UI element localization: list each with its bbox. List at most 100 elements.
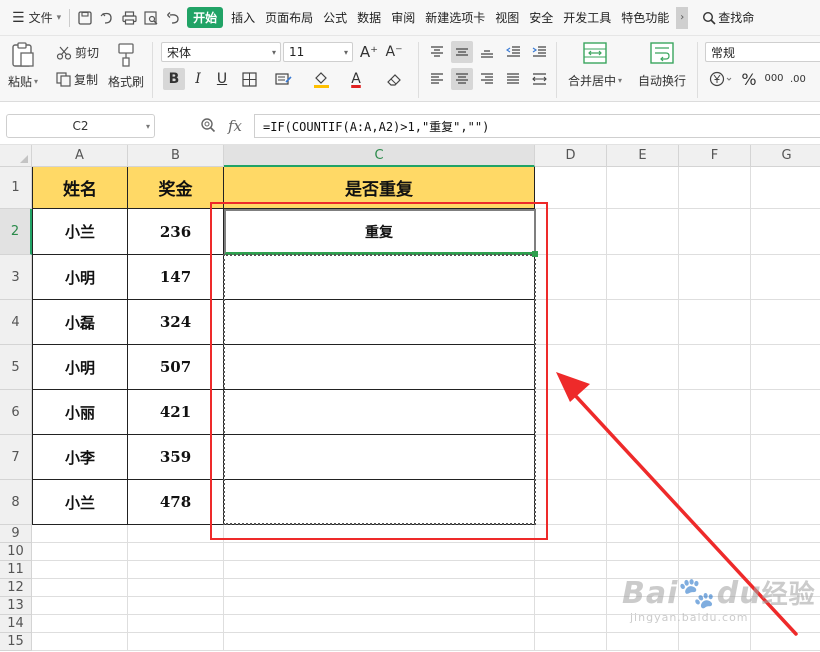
empty-cell[interactable]: [607, 615, 679, 633]
empty-cell[interactable]: [679, 209, 751, 255]
empty-cell[interactable]: [224, 597, 535, 615]
empty-cell[interactable]: [607, 561, 679, 579]
empty-cell[interactable]: [607, 209, 679, 255]
empty-cell[interactable]: [535, 615, 607, 633]
row-header[interactable]: 4: [0, 300, 32, 345]
cell-a5[interactable]: 小明: [32, 345, 128, 390]
tab-new-tab[interactable]: 新建选项卡: [420, 9, 490, 26]
more-tabs-chevron-icon[interactable]: ›: [676, 6, 689, 29]
undo-history-icon[interactable]: [98, 9, 116, 27]
cell-b2[interactable]: 236: [128, 209, 224, 255]
empty-cell[interactable]: [751, 633, 820, 651]
fill-color-button[interactable]: [310, 68, 332, 90]
empty-cell[interactable]: [32, 561, 128, 579]
cell-a7[interactable]: 小李: [32, 435, 128, 480]
insert-function-button[interactable]: fx: [228, 117, 242, 135]
row-header[interactable]: 10: [0, 543, 32, 561]
row-header[interactable]: 14: [0, 615, 32, 633]
empty-cell[interactable]: [607, 255, 679, 300]
tab-start[interactable]: 开始: [187, 7, 224, 28]
cell-a3[interactable]: 小明: [32, 255, 128, 300]
increase-decimal-button[interactable]: .00: [790, 68, 820, 90]
thousands-separator-button[interactable]: 000: [763, 68, 785, 90]
print-preview-icon[interactable]: [142, 9, 160, 27]
empty-cell[interactable]: [751, 615, 820, 633]
empty-cell[interactable]: [751, 435, 820, 480]
empty-cell[interactable]: [128, 597, 224, 615]
empty-cell[interactable]: [32, 633, 128, 651]
name-box[interactable]: C2 ▾: [6, 114, 155, 138]
currency-format-button[interactable]: [706, 68, 736, 90]
cell-b6[interactable]: 421: [128, 390, 224, 435]
print-icon[interactable]: [120, 9, 138, 27]
distributed-align-button[interactable]: [528, 68, 550, 90]
cell-c3[interactable]: [224, 255, 535, 300]
cell-b1[interactable]: 奖金: [128, 167, 224, 209]
empty-cell[interactable]: [32, 525, 128, 543]
empty-cell[interactable]: [679, 435, 751, 480]
empty-cell[interactable]: [751, 597, 820, 615]
empty-cell[interactable]: [751, 561, 820, 579]
empty-cell[interactable]: [679, 255, 751, 300]
empty-cell[interactable]: [607, 579, 679, 597]
empty-cell[interactable]: [751, 579, 820, 597]
empty-cell[interactable]: [32, 543, 128, 561]
empty-cell[interactable]: [535, 255, 607, 300]
tab-data[interactable]: 数据: [352, 9, 386, 26]
cell-a1[interactable]: 姓名: [32, 167, 128, 209]
cell-c6[interactable]: [224, 390, 535, 435]
cut-button[interactable]: 剪切: [56, 44, 99, 61]
merge-center-button[interactable]: 合并居中 ▾: [568, 42, 622, 89]
font-size-select[interactable]: 11 ▾: [283, 42, 353, 62]
align-top-button[interactable]: [426, 41, 448, 63]
increase-indent-button[interactable]: [528, 41, 550, 63]
align-left-button[interactable]: [426, 68, 448, 90]
grow-font-button[interactable]: A⁺: [358, 41, 380, 63]
bold-button[interactable]: B: [163, 68, 185, 90]
empty-cell[interactable]: [751, 525, 820, 543]
empty-cell[interactable]: [751, 543, 820, 561]
row-header[interactable]: 15: [0, 633, 32, 651]
empty-cell[interactable]: [751, 390, 820, 435]
empty-cell[interactable]: [679, 543, 751, 561]
percent-format-button[interactable]: %: [738, 68, 760, 90]
row-header[interactable]: 7: [0, 435, 32, 480]
cell-c5[interactable]: [224, 345, 535, 390]
empty-cell[interactable]: [128, 525, 224, 543]
column-header-d[interactable]: D: [535, 145, 607, 167]
paste-button[interactable]: 粘贴 ▾: [8, 42, 38, 90]
tab-view[interactable]: 视图: [490, 9, 524, 26]
empty-cell[interactable]: [679, 167, 751, 209]
file-menu[interactable]: ☰ 文件 ▾: [0, 9, 65, 26]
empty-cell[interactable]: [535, 543, 607, 561]
empty-cell[interactable]: [679, 597, 751, 615]
wrap-text-button[interactable]: 自动换行: [638, 42, 686, 89]
empty-cell[interactable]: [607, 633, 679, 651]
empty-cell[interactable]: [679, 390, 751, 435]
empty-cell[interactable]: [607, 345, 679, 390]
fill-handle[interactable]: [532, 251, 538, 257]
row-header[interactable]: 12: [0, 579, 32, 597]
align-center-button[interactable]: [451, 68, 473, 90]
empty-cell[interactable]: [607, 390, 679, 435]
empty-cell[interactable]: [751, 300, 820, 345]
empty-cell[interactable]: [535, 579, 607, 597]
empty-cell[interactable]: [607, 167, 679, 209]
clear-format-button[interactable]: [383, 68, 405, 90]
spreadsheet-grid[interactable]: A B C D E F G 1 2 3 4 5 6 7 8 9 10 11 12…: [0, 145, 820, 652]
empty-cell[interactable]: [679, 615, 751, 633]
empty-cell[interactable]: [751, 255, 820, 300]
align-bottom-button[interactable]: [476, 41, 498, 63]
format-painter-button[interactable]: 格式刷: [108, 42, 144, 90]
column-header-g[interactable]: G: [751, 145, 820, 167]
cell-a4[interactable]: 小磊: [32, 300, 128, 345]
borders-button[interactable]: [238, 68, 260, 90]
tab-special-features[interactable]: 特色功能: [616, 9, 674, 26]
empty-cell[interactable]: [535, 597, 607, 615]
cell-c2[interactable]: 重复: [224, 209, 535, 255]
cell-b5[interactable]: 507: [128, 345, 224, 390]
select-all-corner[interactable]: [0, 145, 32, 167]
empty-cell[interactable]: [751, 209, 820, 255]
font-color-button[interactable]: A: [345, 68, 367, 90]
column-header-c[interactable]: C: [224, 145, 535, 167]
